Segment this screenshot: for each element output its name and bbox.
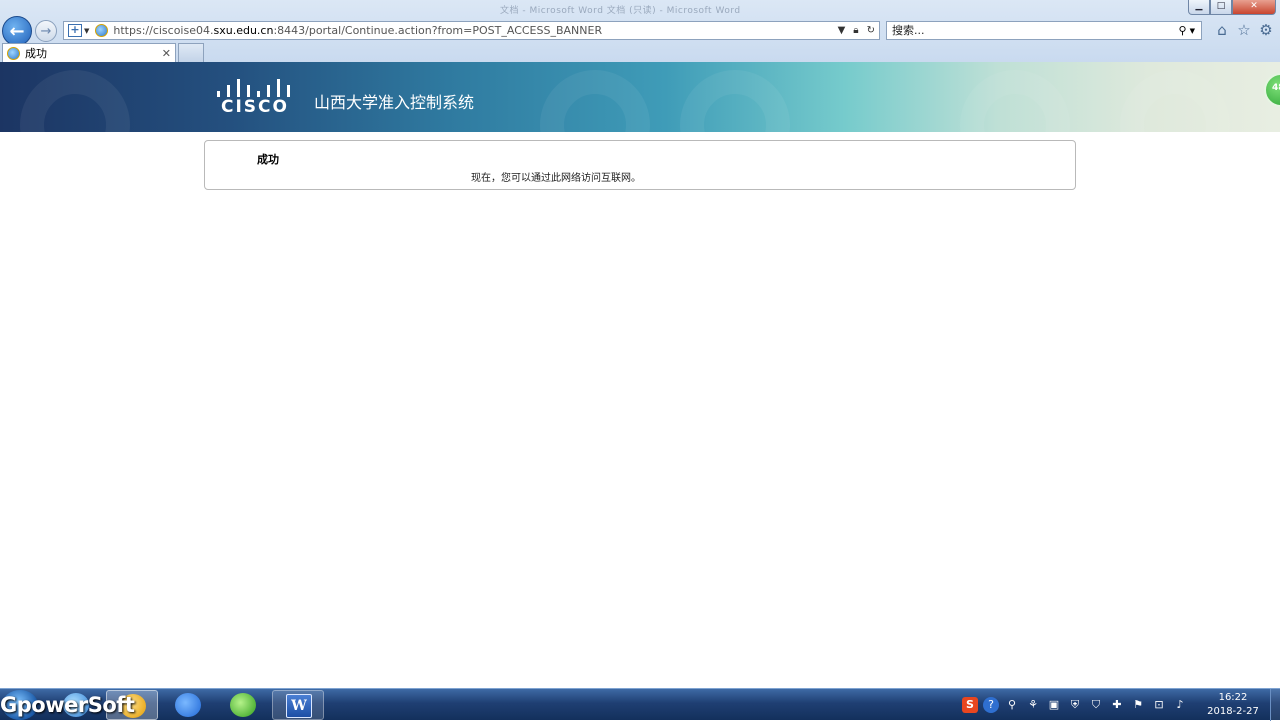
status-badge[interactable]: 48 [1264,73,1280,107]
message-heading: 成功 [257,153,279,166]
shield-icon[interactable]: ⛨ [1067,697,1083,713]
taskbar: W GpowerSoft S ? ⚲ ⚘ ▣ ⛨ ⛉ ✚ ⚑ ⊡ ♪ 16:22… [0,688,1280,721]
ie-icon [7,46,20,60]
star-icon[interactable]: ☆ [1235,21,1253,39]
clock-time: 16:22 [1218,692,1248,703]
close-button[interactable]: ✕ [1232,0,1276,15]
compat-view-icon[interactable]: + [68,24,82,37]
system-tray: S ? ⚲ ⚘ ▣ ⛨ ⛉ ✚ ⚑ ⊡ ♪ [962,695,1193,715]
network-icon[interactable]: ⊡ [1151,697,1167,713]
close-icon[interactable]: ✕ [162,47,171,60]
search-icon[interactable]: ⚲ [1179,24,1187,37]
input-method-icon[interactable]: S [962,697,978,713]
search-box[interactable]: ⚲ ▼ [886,21,1202,40]
help-icon[interactable]: ? [983,697,999,713]
search-input[interactable] [892,22,1179,39]
show-desktop-button[interactable] [1270,689,1280,721]
minimize-button[interactable]: ▁ [1188,0,1210,15]
new-tab-button[interactable] [178,43,204,62]
plus-icon[interactable]: ✚ [1109,697,1125,713]
gear-icon[interactable]: ⚙ [1257,21,1275,39]
banner-decoration [960,70,1070,132]
url-text[interactable]: https://ciscoise04.sxu.edu.cn:8443/porta… [113,24,833,37]
browser-chrome: 文档 - Microsoft Word 文档 (只读) - Microsoft … [0,0,1280,62]
forward-arrow-icon: → [40,23,52,39]
monitor-icon[interactable]: ▣ [1046,697,1062,713]
banner-decoration [680,70,790,132]
taskbar-baidu-cloud-button[interactable] [162,690,214,720]
security-icon[interactable]: ⛉ [1088,697,1104,713]
back-button[interactable]: ← [2,16,32,46]
window-title: 文档 - Microsoft Word 文档 (只读) - Microsoft … [500,6,741,16]
banner-decoration [540,70,650,132]
tab-success[interactable]: 成功 ✕ [2,43,176,62]
clock-date: 2018-2-27 [1207,706,1259,717]
portal-banner: CISCO 山西大学准入控制系统 48 [0,62,1280,132]
word-icon: W [286,694,312,718]
lock-icon[interactable]: 🔒︎ [853,25,858,36]
browser-icon [230,693,256,717]
ie-page-icon [95,24,109,37]
chevron-down-icon[interactable]: ▼ [1190,27,1195,35]
maximize-button[interactable]: □ [1210,0,1232,15]
volume-muted-icon[interactable]: ♪ [1172,697,1188,713]
cisco-bars-icon [216,77,294,97]
taskbar-browser-button[interactable] [217,690,269,720]
tab-label: 成功 [25,47,47,60]
cisco-logo: CISCO [216,77,294,117]
back-arrow-icon: ← [9,20,25,42]
home-icon[interactable]: ⌂ [1213,21,1231,39]
page-title: 山西大学准入控制系统 [314,93,475,112]
taskbar-word-button[interactable]: W [272,690,324,720]
refresh-icon[interactable]: ↻ [867,25,875,36]
watermark: GpowerSoft [0,693,135,717]
forward-button[interactable]: → [35,20,57,42]
cloud-icon [175,693,201,717]
banner-decoration [20,70,130,132]
message-body: 现在，您可以通过此网络访问互联网。 [471,173,641,184]
chevron-down-icon[interactable]: ▼ [838,25,846,36]
thermometer-icon[interactable]: ⚘ [1025,697,1041,713]
address-bar[interactable]: + ▼ https://ciscoise04.sxu.edu.cn:8443/p… [63,21,880,40]
pin-icon[interactable]: ⚲ [1004,697,1020,713]
chevron-down-icon[interactable]: ▼ [84,27,89,35]
success-message-card: 成功 现在，您可以通过此网络访问互联网。 [204,140,1076,190]
clock[interactable]: 16:22 2018-2-27 [1200,691,1266,719]
cisco-wordmark: CISCO [221,97,289,117]
flag-icon[interactable]: ⚑ [1130,697,1146,713]
banner-decoration [1120,70,1230,132]
